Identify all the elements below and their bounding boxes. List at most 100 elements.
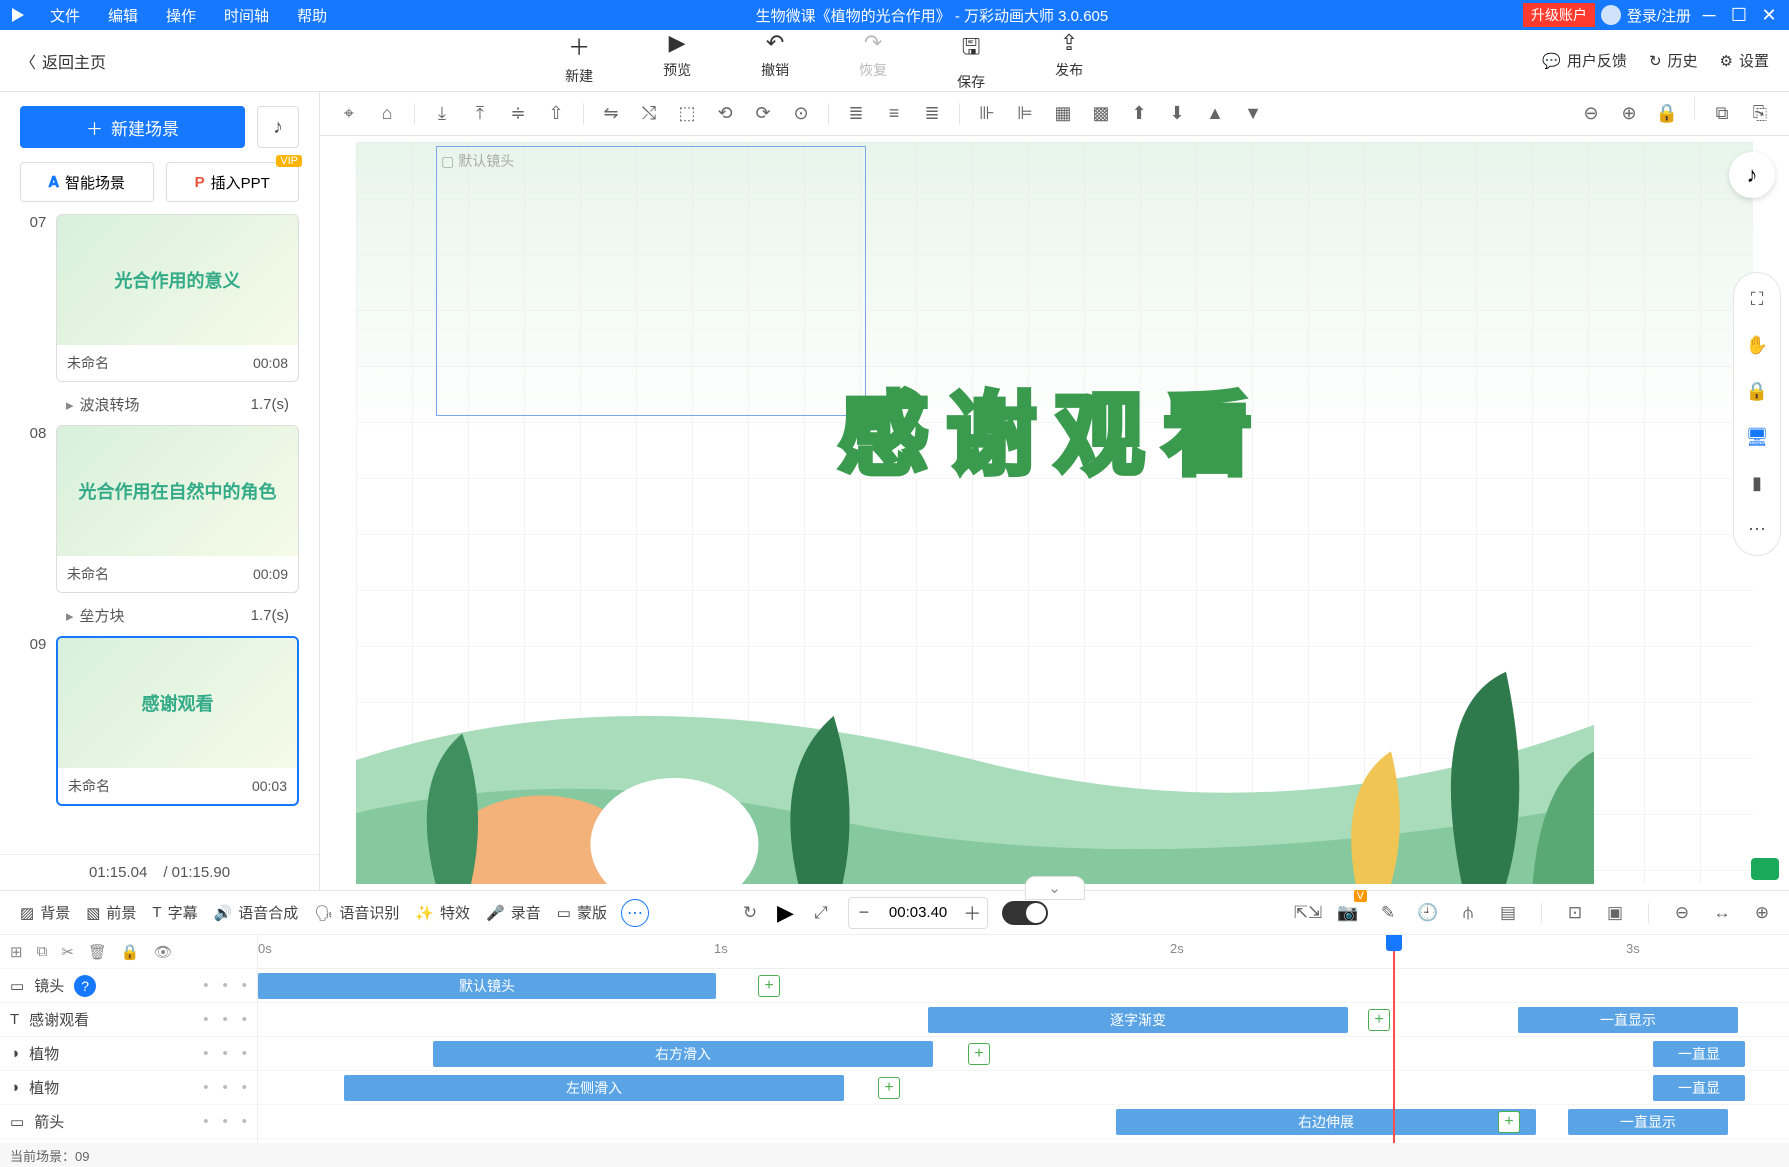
- canvas-tool-layer-down-icon[interactable]: ⬇: [1160, 97, 1194, 131]
- track-head-3[interactable]: ◑植物•••: [0, 1071, 257, 1105]
- timeline-clip[interactable]: 一直显: [1653, 1041, 1745, 1067]
- help-icon[interactable]: ?: [74, 975, 96, 997]
- transition-07[interactable]: ▸波浪转场1.7(s): [20, 390, 299, 425]
- settings-button[interactable]: ⚙设置: [1720, 50, 1769, 71]
- track-row-2[interactable]: 右方滑入 一直显 +: [258, 1037, 1789, 1071]
- canvas-tool-home-icon[interactable]: ⌂: [370, 97, 404, 131]
- track-head-tool-5[interactable]: 👁: [154, 943, 173, 961]
- timeline-clip[interactable]: 一直显示: [1568, 1109, 1728, 1135]
- dock-desktop-icon[interactable]: 🖥: [1743, 423, 1771, 451]
- canvas-tool-group-icon[interactable]: ▩: [1084, 97, 1118, 131]
- tl-tool-group-icon[interactable]: ▣: [1602, 900, 1628, 926]
- timeline-tool-5[interactable]: ✨特效: [409, 898, 476, 927]
- dock-mobile-icon[interactable]: ▮: [1743, 469, 1771, 497]
- canvas-tool-align-vcenter-icon[interactable]: ≑: [501, 97, 535, 131]
- dock-lock-icon[interactable]: 🔒: [1743, 377, 1771, 405]
- canvas-tool-align-left-icon[interactable]: ≣: [839, 97, 873, 131]
- collapse-canvas-button[interactable]: ⌄: [1025, 876, 1085, 900]
- timeline-more-button[interactable]: ⋯: [621, 899, 649, 927]
- track-body[interactable]: 0s1s2s3s 默认镜头+逐字渐变一直显示+右方滑入一直显+左侧滑入一直显+右…: [258, 935, 1789, 1143]
- canvas-tool-layer-up-icon[interactable]: ⬆: [1122, 97, 1156, 131]
- camera-frame[interactable]: ▢ 默认镜头: [436, 146, 866, 416]
- feedback-button[interactable]: 💬用户反馈: [1542, 50, 1627, 71]
- track-row-3[interactable]: 左侧滑入一直显+: [258, 1071, 1789, 1105]
- scene-card-09[interactable]: 感谢观看 未命名00:03: [56, 636, 299, 806]
- canvas-tool-lock-icon[interactable]: 🔒: [1650, 97, 1684, 131]
- menu-file[interactable]: 文件: [36, 5, 94, 26]
- canvas-tool-lock-icon[interactable]: ⬚: [670, 97, 704, 131]
- timeline-rewind-button[interactable]: ↻: [737, 900, 763, 926]
- timeline-clip[interactable]: 默认镜头: [258, 973, 716, 999]
- dock-hand-icon[interactable]: ✋: [1743, 331, 1771, 359]
- menu-edit[interactable]: 编辑: [94, 5, 152, 26]
- track-head-tool-3[interactable]: 🗑: [88, 943, 107, 961]
- upgrade-account-button[interactable]: 升级账户: [1523, 3, 1595, 27]
- timeline-clip[interactable]: 右边伸展: [1116, 1109, 1536, 1135]
- canvas-tool-copy-icon[interactable]: ⧉: [1705, 97, 1739, 131]
- track-head-2[interactable]: ◑植物•••: [0, 1037, 257, 1071]
- tl-tool-clock-icon[interactable]: 🕘: [1415, 900, 1441, 926]
- timeline-tool-3[interactable]: 🔊语音合成: [208, 898, 305, 927]
- new-scene-button[interactable]: ＋ 新建场景: [20, 106, 245, 148]
- canvas-tool-zoom-out-icon[interactable]: ⊖: [1574, 97, 1608, 131]
- menu-action[interactable]: 操作: [152, 5, 210, 26]
- track-head-tool-4[interactable]: 🔒: [121, 943, 140, 961]
- canvas-tool-zoom-in-icon[interactable]: ⊕: [1612, 97, 1646, 131]
- window-maximize-button[interactable]: ☐: [1727, 5, 1751, 26]
- login-register-button[interactable]: 登录/注册: [1601, 5, 1691, 26]
- toolbar-undo-button[interactable]: ↶撤销: [761, 30, 789, 92]
- add-keyframe-button[interactable]: +: [758, 975, 780, 997]
- history-button[interactable]: ↻历史: [1649, 50, 1698, 71]
- time-decrease-button[interactable]: −: [849, 898, 879, 928]
- add-keyframe-button[interactable]: +: [968, 1043, 990, 1065]
- timeline-clip[interactable]: 一直显示: [1518, 1007, 1738, 1033]
- track-head-0[interactable]: ▭镜头?•••: [0, 969, 257, 1003]
- canvas-tool-front-icon[interactable]: ▲: [1198, 97, 1232, 131]
- canvas-tool-align-top-icon[interactable]: ⤒: [463, 97, 497, 131]
- timeline-ruler[interactable]: 0s1s2s3s: [258, 935, 1789, 969]
- tl-tool-keyframe-icon[interactable]: ⊡: [1562, 900, 1588, 926]
- canvas-tool-distribute-h-icon[interactable]: ⊪: [970, 97, 1004, 131]
- canvas-tool-align-right-icon[interactable]: ≣: [915, 97, 949, 131]
- toolbar-new-button[interactable]: ＋新建: [565, 30, 593, 92]
- back-to-home-button[interactable]: 〈 返回主页: [20, 49, 106, 73]
- timeline-clip[interactable]: 逐字渐变: [928, 1007, 1348, 1033]
- timeline-tool-0[interactable]: ▨背景: [14, 898, 76, 927]
- time-increase-button[interactable]: ＋: [957, 898, 987, 928]
- tl-tool-camera-icon[interactable]: 📷: [1335, 900, 1361, 926]
- scene-card-07[interactable]: 光合作用的意义 未命名00:08: [56, 214, 299, 382]
- timeline-tool-6[interactable]: 🎤录音: [480, 898, 547, 927]
- track-head-1[interactable]: T感谢观看•••: [0, 1003, 257, 1037]
- scene-music-button[interactable]: ♪: [257, 106, 299, 148]
- window-minimize-button[interactable]: ─: [1697, 5, 1721, 26]
- smart-scene-button[interactable]: 𝐀 智能场景: [20, 162, 154, 202]
- timeline-tool-1[interactable]: ▧前景: [80, 898, 142, 927]
- track-head-tool-1[interactable]: ⧉: [37, 943, 48, 960]
- canvas-music-fab[interactable]: ♪: [1729, 152, 1775, 198]
- scene-card-08[interactable]: 光合作用在自然中的角色 未命名00:09: [56, 425, 299, 593]
- canvas-tool-align-center-icon[interactable]: ≡: [877, 97, 911, 131]
- track-row-0[interactable]: 默认镜头 +: [258, 969, 1789, 1003]
- tl-zoom-reset-icon[interactable]: ↔: [1709, 900, 1735, 926]
- tl-tool-crop-icon[interactable]: ⇱⇲: [1295, 900, 1321, 926]
- toolbar-publish-button[interactable]: ⇪发布: [1055, 30, 1083, 92]
- main-title-text[interactable]: 感谢观看: [839, 362, 1271, 492]
- tl-tool-layers-icon[interactable]: ▤: [1495, 900, 1521, 926]
- canvas-tool-distribute-v-icon[interactable]: ⊫: [1008, 97, 1042, 131]
- menu-timeline[interactable]: 时间轴: [210, 5, 283, 26]
- tl-add-track-button[interactable]: ⊕: [1749, 900, 1775, 926]
- timeline-playhead[interactable]: [1393, 935, 1395, 1143]
- window-close-button[interactable]: ✕: [1757, 5, 1781, 26]
- timeline-play-button[interactable]: ▶: [777, 900, 794, 926]
- timeline-fullscreen-button[interactable]: ⤢: [808, 900, 834, 926]
- timeline-clip[interactable]: 右方滑入: [433, 1041, 933, 1067]
- canvas-tool-center-icon[interactable]: ⊙: [784, 97, 818, 131]
- toolbar-redo-button[interactable]: ↷恢复: [859, 30, 887, 92]
- canvas-tool-unlock-icon[interactable]: ⟲: [708, 97, 742, 131]
- dock-fit-icon[interactable]: ⛶: [1743, 285, 1771, 313]
- canvas-tool-flip-v-icon[interactable]: ⤭: [632, 97, 666, 131]
- canvas-tool-align-distribute-icon[interactable]: ⇧: [539, 97, 573, 131]
- timeline-tool-7[interactable]: ▭蒙版: [551, 898, 613, 927]
- tl-tool-edit-icon[interactable]: ✎: [1375, 900, 1401, 926]
- timeline-toggle[interactable]: [1002, 901, 1048, 925]
